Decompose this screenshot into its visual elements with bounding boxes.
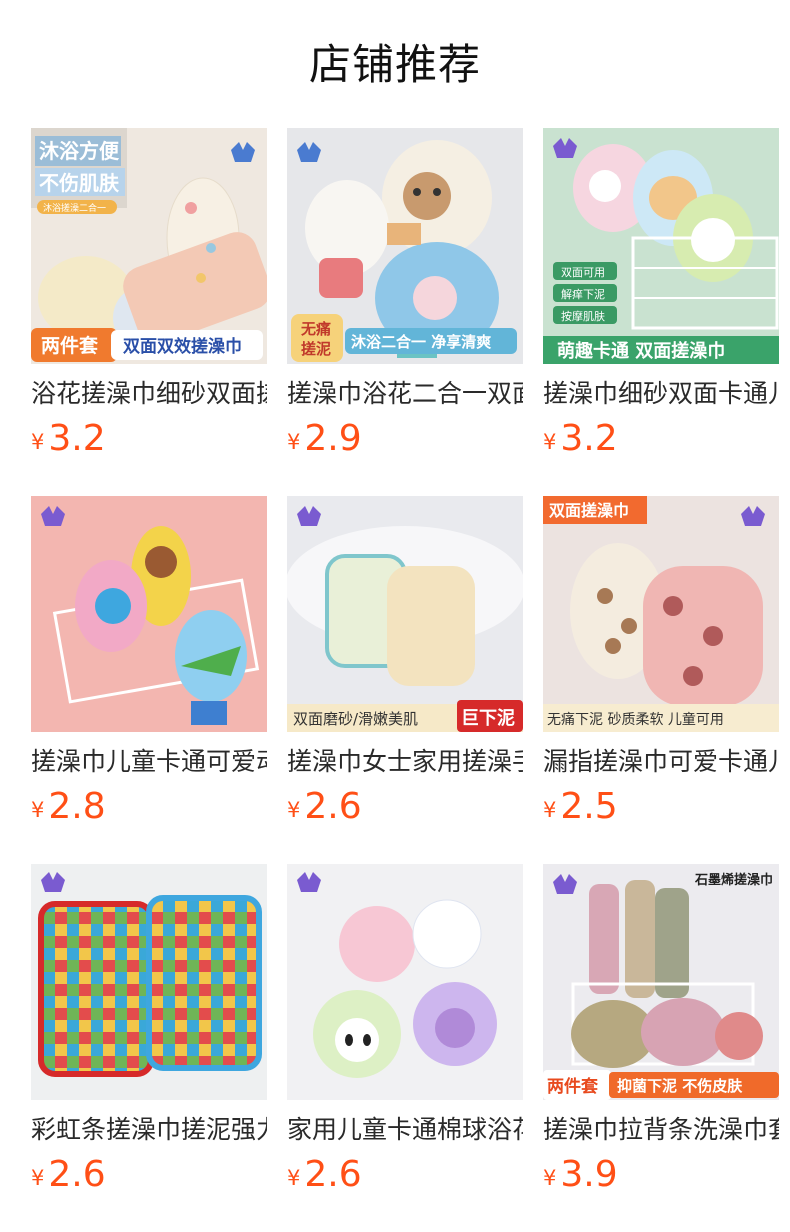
image-caption: 两件套 bbox=[41, 334, 99, 357]
product-price: ¥2.6 bbox=[287, 1152, 362, 1198]
currency-symbol: ¥ bbox=[31, 798, 45, 822]
image-caption: 双面可用 bbox=[561, 266, 605, 279]
currency-symbol: ¥ bbox=[543, 1166, 557, 1190]
image-caption: 双面双效搓澡巾 bbox=[123, 336, 242, 357]
product-name[interactable]: 彩虹条搓澡巾搓泥强力 bbox=[31, 1112, 267, 1148]
product-name[interactable]: 搓澡巾浴花二合一双面搓泥 bbox=[287, 376, 523, 412]
price-value: 3.9 bbox=[560, 1154, 618, 1195]
image-caption: 搓泥 bbox=[301, 340, 331, 358]
product-name[interactable]: 搓澡巾女士家用搓澡手套 bbox=[287, 744, 523, 780]
currency-symbol: ¥ bbox=[31, 430, 45, 454]
currency-symbol: ¥ bbox=[287, 430, 301, 454]
product-price: ¥3.2 bbox=[31, 416, 106, 462]
price-value: 2.6 bbox=[304, 1154, 362, 1195]
page-title: 店铺推荐 bbox=[308, 40, 481, 89]
product-price: ¥2.9 bbox=[287, 416, 362, 462]
product-image[interactable]: 双面可用 解痒下泥 按摩肌肤 萌趣卡通 双面搓澡巾 bbox=[543, 128, 779, 364]
product-name[interactable]: 浴花搓澡巾细砂双面搓澡手套 bbox=[31, 376, 267, 412]
currency-symbol: ¥ bbox=[31, 1166, 45, 1190]
product-price: ¥2.6 bbox=[31, 1152, 106, 1198]
price-value: 2.9 bbox=[304, 418, 362, 459]
image-caption: 沐浴搓澡二合一 bbox=[43, 202, 106, 214]
currency-symbol: ¥ bbox=[287, 1166, 301, 1190]
price-value: 3.2 bbox=[48, 418, 106, 459]
product-image[interactable]: 沐浴方便 不伤肌肤 沐浴搓澡二合一 两件套 双面双效搓澡巾 bbox=[31, 128, 267, 364]
product-name[interactable]: 搓澡巾儿童卡通可爱动物 bbox=[31, 744, 267, 780]
product-price: ¥2.8 bbox=[31, 784, 106, 830]
image-caption: 沐浴二合一 净享清爽 bbox=[351, 333, 491, 351]
product-image[interactable]: 双面搓澡巾 无痛下泥 砂质柔软 儿童可用 bbox=[543, 496, 779, 732]
currency-symbol: ¥ bbox=[543, 430, 557, 454]
currency-symbol: ¥ bbox=[287, 798, 301, 822]
price-value: 2.5 bbox=[560, 786, 618, 827]
product-price: ¥3.9 bbox=[543, 1152, 618, 1198]
product-name[interactable]: 搓澡巾细砂双面卡通儿童 bbox=[543, 376, 779, 412]
image-caption: 两件套 bbox=[547, 1076, 599, 1097]
image-caption: 石墨烯搓澡巾 bbox=[694, 872, 773, 888]
image-caption: 解痒下泥 bbox=[561, 287, 605, 301]
product-name[interactable]: 家用儿童卡通棉球浴花 bbox=[287, 1112, 523, 1148]
image-caption: 萌趣卡通 双面搓澡巾 bbox=[557, 340, 725, 362]
product-image[interactable] bbox=[31, 864, 267, 1100]
image-caption: 双面搓澡巾 bbox=[549, 501, 629, 520]
product-name[interactable]: 搓澡巾拉背条洗澡巾套装 bbox=[543, 1112, 779, 1148]
product-price: ¥2.5 bbox=[543, 784, 618, 830]
image-caption: 不伤肌肤 bbox=[39, 171, 120, 195]
product-image[interactable] bbox=[31, 496, 267, 732]
image-caption: 巨下泥 bbox=[461, 707, 515, 729]
product-image[interactable]: 无痛 搓泥 沐浴二合一 净享清爽 bbox=[287, 128, 523, 364]
product-price: ¥2.6 bbox=[287, 784, 362, 830]
price-value: 2.6 bbox=[48, 1154, 106, 1195]
price-value: 2.6 bbox=[304, 786, 362, 827]
product-price: ¥3.2 bbox=[543, 416, 618, 462]
currency-symbol: ¥ bbox=[543, 798, 557, 822]
product-image[interactable]: 双面磨砂/滑嫩美肌 巨下泥 bbox=[287, 496, 523, 732]
price-value: 3.2 bbox=[560, 418, 618, 459]
product-name[interactable]: 漏指搓澡巾可爱卡通儿童 bbox=[543, 744, 779, 780]
image-caption: 双面磨砂/滑嫩美肌 bbox=[293, 710, 418, 728]
product-image[interactable]: 石墨烯搓澡巾 两件套 抑菌下泥 不伤皮肤 bbox=[543, 864, 779, 1100]
image-caption: 无痛 bbox=[300, 320, 331, 338]
image-caption: 按摩肌肤 bbox=[561, 309, 605, 323]
image-caption: 无痛下泥 砂质柔软 儿童可用 bbox=[547, 711, 724, 728]
price-value: 2.8 bbox=[48, 786, 106, 827]
image-caption: 抑菌下泥 不伤皮肤 bbox=[617, 1077, 743, 1095]
product-image[interactable] bbox=[287, 864, 523, 1100]
image-caption: 沐浴方便 bbox=[39, 139, 120, 163]
